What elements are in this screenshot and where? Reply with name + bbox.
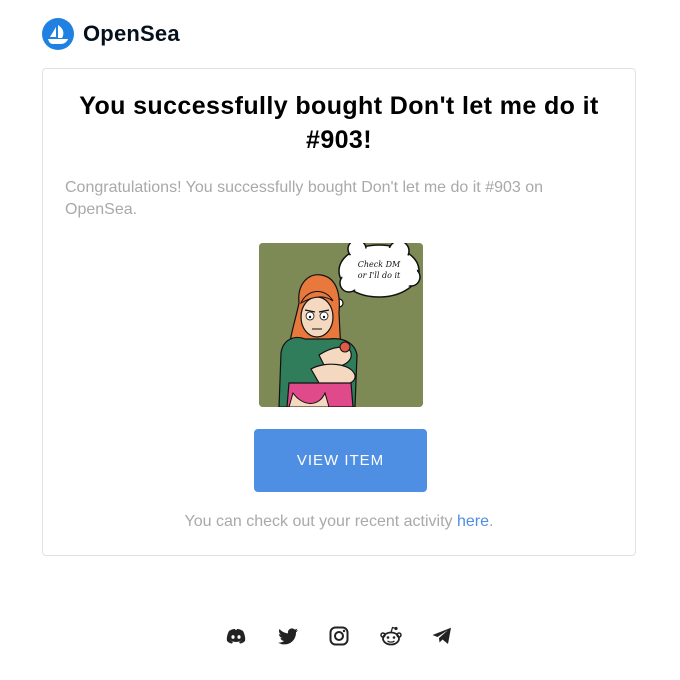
recent-activity-text: You can check out your recent activity h… (43, 513, 635, 531)
view-item-button[interactable]: VIEW ITEM (254, 429, 427, 492)
instagram-icon[interactable] (327, 624, 351, 648)
discord-icon[interactable] (224, 624, 248, 648)
congratulations-message: Congratulations! You successfully bought… (65, 179, 544, 218)
telegram-icon[interactable] (430, 624, 454, 648)
brand-header[interactable]: OpenSea (42, 18, 180, 50)
svg-text:Check DM: Check DM (358, 260, 401, 269)
opensea-logo-icon (42, 18, 74, 50)
activity-prefix: You can check out your recent activity (184, 513, 457, 530)
brand-name: OpenSea (83, 21, 180, 46)
twitter-icon[interactable] (276, 624, 300, 648)
purchase-card: You successfully bought Don't let me do … (42, 68, 636, 556)
nft-artwork-image[interactable]: Check DM or I'll do it (259, 243, 423, 407)
svg-text:or I'll do it: or I'll do it (358, 271, 401, 280)
page-title: You successfully bought Don't let me do … (79, 92, 599, 154)
here-link[interactable]: here (457, 513, 489, 530)
reddit-icon[interactable] (379, 624, 403, 648)
activity-suffix: . (489, 513, 494, 530)
social-links (224, 624, 454, 648)
email-page: OpenSea You successfully bought Don't le… (0, 0, 680, 680)
